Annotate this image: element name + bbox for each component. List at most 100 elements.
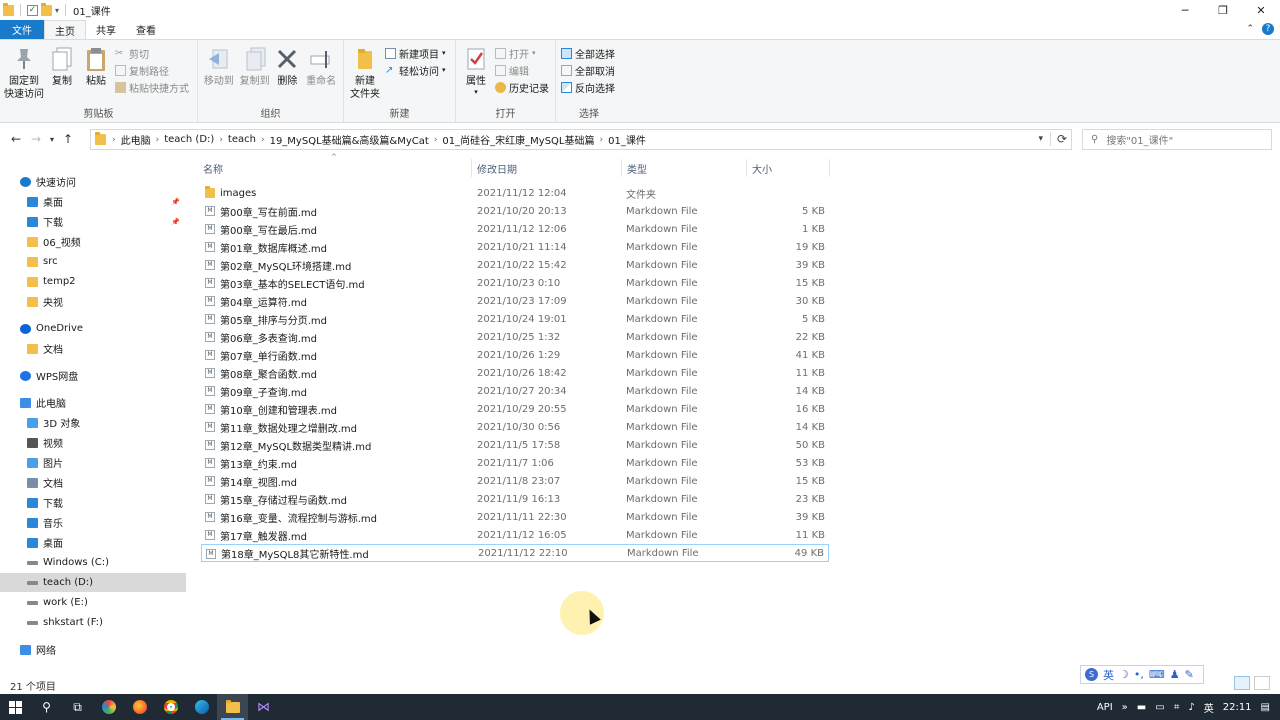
edit-button[interactable]: 编辑: [495, 63, 549, 78]
easy-access-button[interactable]: ↗ 轻松访问 ▾: [385, 63, 446, 78]
breadcrumb-teach[interactable]: teach: [228, 134, 256, 145]
file-row[interactable]: M 第00章_写在最后.md 2021/11/12 12:06 Markdown Fi…: [201, 220, 829, 238]
sidebar-item[interactable]: 网络: [0, 640, 186, 659]
column-header-size[interactable]: 大小: [752, 160, 772, 177]
column-divider[interactable]: [621, 159, 622, 177]
breadcrumb-current[interactable]: 01_课件: [608, 132, 646, 147]
breadcrumb-drive[interactable]: teach (D:): [164, 134, 214, 145]
tray-label[interactable]: API: [1097, 702, 1113, 713]
sidebar-item[interactable]: Windows (C:): [0, 553, 186, 572]
breadcrumb-mysql[interactable]: 19_MySQL基础篇&高级篇&MyCat: [270, 132, 429, 147]
sidebar-item[interactable]: 桌面: [0, 533, 186, 552]
file-row[interactable]: images 2021/11/12 12:04 文件夹: [201, 184, 829, 202]
file-row[interactable]: M 第06章_多表查询.md 2021/10/25 1:32 Markdown Fil…: [201, 328, 829, 346]
recent-locations-button[interactable]: ▾: [46, 135, 58, 144]
sidebar-item[interactable]: teach (D:): [0, 573, 186, 592]
clock[interactable]: 22:11: [1223, 702, 1252, 713]
column-header-type[interactable]: 类型: [627, 160, 647, 177]
file-row[interactable]: M 第03章_基本的SELECT语句.md 2021/10/23 0:10 Markd…: [201, 274, 829, 292]
file-row[interactable]: M 第13章_约束.md 2021/11/7 1:06 Markdown File 53…: [201, 454, 829, 472]
moon-icon[interactable]: ☽: [1119, 668, 1129, 681]
edge-icon[interactable]: [186, 694, 217, 720]
tab-share[interactable]: 共享: [86, 20, 126, 39]
select-all-button[interactable]: 全部选择: [561, 46, 615, 61]
file-row[interactable]: M 第00章_写在前面.md 2021/10/20 20:13 Markdown Fi…: [201, 202, 829, 220]
details-view-button[interactable]: [1234, 676, 1250, 690]
file-row[interactable]: M 第11章_数据处理之增删改.md 2021/10/30 0:56 Markdown…: [201, 418, 829, 436]
refresh-icon[interactable]: ⟳: [1049, 132, 1067, 146]
sidebar-item[interactable]: src: [0, 252, 186, 271]
file-row[interactable]: M 第01章_数据库概述.md 2021/10/21 11:14 Markdown F…: [201, 238, 829, 256]
firefox-icon[interactable]: [124, 694, 155, 720]
file-row[interactable]: M 第14章_视图.md 2021/11/8 23:07 Markdown File 1…: [201, 472, 829, 490]
sidebar-item[interactable]: 3D 对象: [0, 413, 186, 432]
tray-overflow-icon[interactable]: »: [1122, 702, 1128, 713]
file-row[interactable]: M 第07章_单行函数.md 2021/10/26 1:29 Markdown Fil…: [201, 346, 829, 364]
ime-language-toggle[interactable]: 英: [1103, 667, 1114, 683]
sidebar-item[interactable]: 音乐: [0, 513, 186, 532]
pin-icon[interactable]: 📌: [171, 218, 180, 226]
sidebar-item[interactable]: 图片: [0, 453, 186, 472]
column-header-name[interactable]: 名称: [203, 160, 223, 177]
file-explorer-icon[interactable]: [217, 694, 248, 720]
file-row[interactable]: M 第15章_存储过程与函数.md 2021/11/9 16:13 Markdown …: [201, 490, 829, 508]
sidebar-item[interactable]: 视频: [0, 433, 186, 452]
sidebar-item[interactable]: 文档: [0, 473, 186, 492]
column-header-date[interactable]: 修改日期: [477, 160, 517, 177]
sidebar-item[interactable]: 下载: [0, 493, 186, 512]
help-icon[interactable]: ?: [1262, 23, 1274, 35]
sidebar-item[interactable]: 文档: [0, 339, 186, 358]
tab-home[interactable]: 主页: [44, 20, 86, 39]
search-icon[interactable]: ⚲: [31, 694, 62, 720]
tray-ime-language[interactable]: 英: [1204, 700, 1214, 715]
sidebar-item[interactable]: 央视: [0, 292, 186, 311]
close-button[interactable]: ✕: [1242, 0, 1280, 20]
file-row[interactable]: M 第18章_MySQL8其它新特性.md 2021/11/12 22:10 Mark…: [201, 544, 829, 562]
address-dropdown-icon[interactable]: ▾: [1038, 134, 1043, 144]
new-item-button[interactable]: 新建项目 ▾: [385, 46, 446, 61]
sidebar-item[interactable]: shkstart (F:): [0, 613, 186, 632]
file-row[interactable]: M 第10章_创建和管理表.md 2021/10/29 20:55 Markdown …: [201, 400, 829, 418]
forward-button[interactable]: →: [26, 132, 46, 146]
ribbon-collapse-icon[interactable]: ⌃: [1246, 24, 1254, 34]
open-button[interactable]: 打开 ▾: [495, 46, 549, 61]
invert-selection-button[interactable]: 反向选择: [561, 80, 615, 95]
column-divider[interactable]: [829, 159, 830, 177]
sidebar-item[interactable]: OneDrive: [0, 319, 186, 338]
file-row[interactable]: M 第02章_MySQL环境搭建.md 2021/10/22 15:42 Markdo…: [201, 256, 829, 274]
pin-icon[interactable]: 📌: [171, 198, 180, 206]
sidebar-item[interactable]: 快速访问: [0, 172, 186, 191]
sidebar-item[interactable]: 06_视频: [0, 232, 186, 251]
maximize-button[interactable]: ❐: [1204, 0, 1242, 20]
wrench-icon[interactable]: ✎: [1185, 668, 1194, 681]
file-row[interactable]: M 第12章_MySQL数据类型精讲.md 2021/11/5 17:58 Markd…: [201, 436, 829, 454]
sidebar-item[interactable]: 桌面 📌: [0, 192, 186, 211]
sidebar-item[interactable]: work (E:): [0, 593, 186, 612]
tab-view[interactable]: 查看: [126, 20, 166, 39]
pen-icon[interactable]: ▬: [1137, 702, 1146, 713]
chevron-right-icon[interactable]: ›: [219, 135, 223, 145]
sidebar-item[interactable]: 下载 📌: [0, 212, 186, 231]
chevron-down-icon[interactable]: ▾: [55, 6, 59, 15]
start-button[interactable]: [0, 694, 31, 720]
keyboard-icon[interactable]: ⌨: [1149, 668, 1165, 681]
ime-logo-icon[interactable]: S: [1085, 668, 1098, 681]
large-icons-view-button[interactable]: [1254, 676, 1270, 690]
column-divider[interactable]: [746, 159, 747, 177]
chrome-icon[interactable]: [155, 694, 186, 720]
vs-icon[interactable]: ⋈: [248, 694, 279, 720]
task-view-icon[interactable]: ⧉: [62, 694, 93, 720]
minimize-button[interactable]: ─: [1166, 0, 1204, 20]
chevron-right-icon[interactable]: ›: [434, 135, 438, 145]
file-row[interactable]: M 第17章_触发器.md 2021/11/12 16:05 Markdown Fil…: [201, 526, 829, 544]
properties-icon[interactable]: ✓: [27, 4, 38, 16]
sidebar-item[interactable]: WPS网盘: [0, 366, 186, 385]
volume-icon[interactable]: ♪: [1188, 702, 1194, 713]
paste-shortcut-button[interactable]: 粘贴快捷方式: [115, 80, 189, 95]
file-row[interactable]: M 第16章_变量、流程控制与游标.md 2021/11/11 22:30 Markd…: [201, 508, 829, 526]
breadcrumb-basics[interactable]: 01_尚硅谷_宋红康_MySQL基础篇: [442, 132, 594, 147]
copy-path-button[interactable]: 复制路径: [115, 63, 189, 78]
back-button[interactable]: ←: [6, 132, 26, 146]
cut-button[interactable]: ✂ 剪切: [115, 46, 189, 61]
sidebar-item[interactable]: 此电脑: [0, 393, 186, 412]
